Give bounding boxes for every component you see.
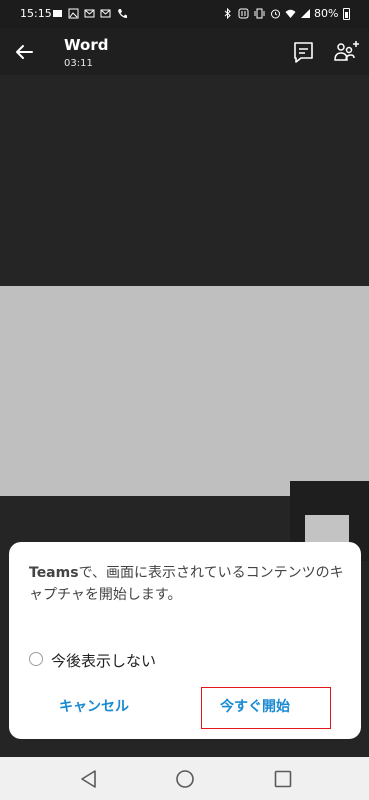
arrow-left-icon [16, 45, 33, 59]
dialog-app-name: Teams [29, 565, 79, 581]
signal-icon [301, 9, 310, 18]
alarm-icon [271, 9, 280, 19]
meeting-title: Word [64, 36, 109, 54]
teams-notification-icon [53, 10, 62, 17]
navigation-bar [0, 757, 369, 800]
add-people-button[interactable] [330, 38, 362, 66]
square-recents-icon [274, 770, 292, 788]
wifi-icon [285, 9, 296, 18]
nfc-icon [238, 8, 249, 19]
screen-capture-dialog: Teamsで、画面に表示されているコンテンツのキャプチャを開始します。 今後表示… [9, 542, 361, 739]
nav-home-button[interactable] [171, 765, 199, 793]
phone-icon [118, 9, 127, 18]
back-button[interactable] [10, 38, 38, 66]
dont-show-again-label: 今後表示しない [51, 652, 157, 670]
battery-icon [343, 8, 350, 20]
start-now-button[interactable]: 今すぐ開始 [220, 696, 290, 716]
nav-back-button[interactable] [75, 765, 103, 793]
nav-recents-button[interactable] [269, 765, 297, 793]
mail-icon [84, 9, 95, 18]
cancel-button[interactable]: キャンセル [59, 696, 129, 716]
call-duration: 03:11 [64, 58, 93, 69]
image-notification-icon [68, 8, 79, 19]
call-header: Word 03:11 [0, 28, 369, 75]
circle-home-icon [176, 770, 194, 788]
shared-screen-content [0, 286, 369, 496]
status-time: 15:15 [20, 7, 52, 20]
bluetooth-icon [224, 8, 231, 19]
chat-icon [294, 42, 313, 63]
mail-icon [100, 9, 111, 18]
dont-show-again-radio[interactable] [29, 652, 43, 666]
triangle-back-icon [81, 770, 96, 788]
chat-button[interactable] [290, 38, 318, 66]
add-people-icon [334, 41, 359, 61]
vibrate-icon [254, 8, 265, 19]
battery-percentage: 80% [314, 7, 339, 20]
status-bar: 15:15 80% [0, 0, 369, 28]
dialog-message: Teamsで、画面に表示されているコンテンツのキャプチャを開始します。 [29, 562, 349, 606]
